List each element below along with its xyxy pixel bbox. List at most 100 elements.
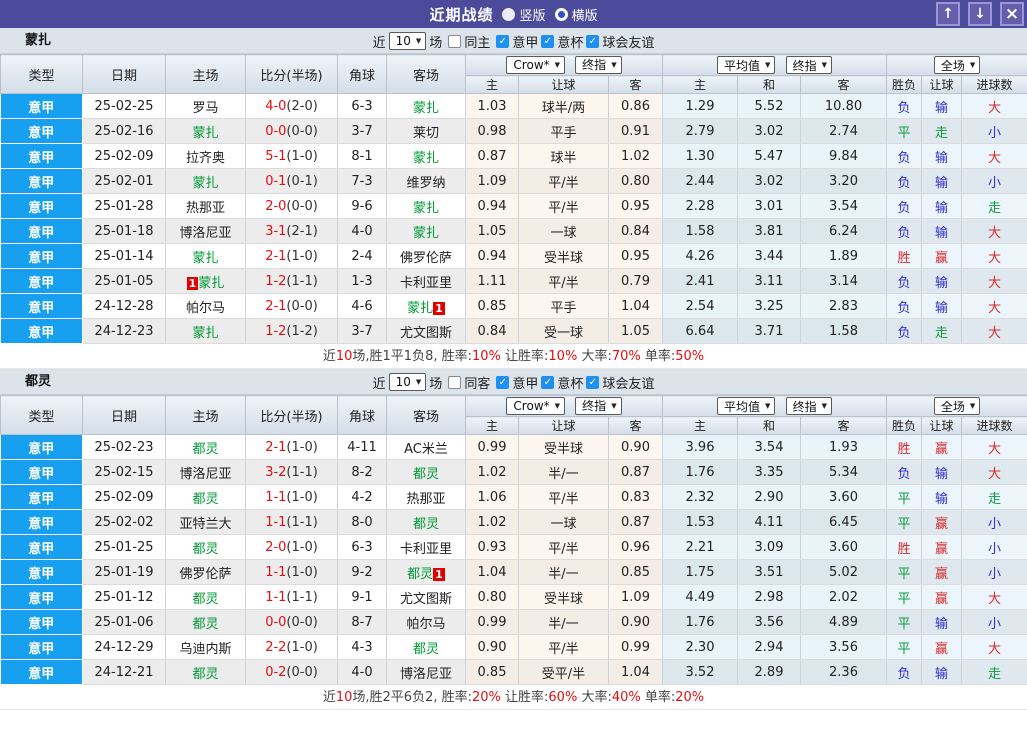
match-row: 意甲 25-01-06 都灵 0-0(0-0) 8-7 帕尔马 0.99 半/一 0.90 1.7…	[0, 609, 1027, 635]
date-cell: 25-01-19	[82, 559, 166, 585]
radio-selected-icon[interactable]	[502, 7, 516, 21]
team-name: 卡利亚里	[399, 275, 452, 291]
goals-result-cell: 大	[961, 218, 1027, 244]
match-row: 意甲 25-01-25 都灵 2-0(1-0) 6-3 卡利亚里 0.93 平/半 0.96 2.…	[0, 534, 1027, 560]
result-group-header: 全场 ▼	[886, 54, 1027, 76]
layout-vertical-radio[interactable]: 竖版	[502, 5, 546, 24]
team-name: 亚特兰大	[179, 516, 232, 532]
league-cell: 意甲	[0, 243, 83, 269]
league-cell: 意甲	[0, 634, 83, 660]
odds-source-select[interactable]: Crow* ▼	[506, 397, 566, 416]
handicap-away-odds-cell: 0.95	[608, 193, 663, 219]
window-title: 近期战绩	[429, 5, 494, 24]
goals-result-cell: 大	[961, 293, 1027, 319]
avg-select[interactable]: 平均值 ▼	[717, 56, 776, 74]
avg-away-odds-cell: 3.14	[800, 268, 888, 294]
avg-home-odds-cell: 2.54	[662, 293, 738, 319]
close-button[interactable]: ×	[1000, 2, 1024, 26]
same-venue-checkbox[interactable]	[448, 34, 462, 48]
team-name: 热那亚	[185, 200, 225, 216]
italy-cup-checkbox[interactable]: ✓	[541, 375, 555, 389]
team-name: 都灵	[412, 466, 439, 482]
summary-segment: 大率:	[577, 690, 612, 705]
corner-cell: 1-3	[337, 268, 387, 294]
friendly-checkbox[interactable]: ✓	[586, 34, 600, 48]
scope-select[interactable]: 全场 ▼	[933, 56, 981, 74]
chevron-down-icon: ▼	[969, 402, 976, 410]
avg-time-select[interactable]: 终指 ▼	[785, 56, 832, 74]
corner-cell: 9-1	[337, 584, 387, 610]
team-name: AC米兰	[404, 441, 448, 457]
scope-select[interactable]: 全场 ▼	[933, 397, 981, 415]
move-down-button[interactable]: ↓	[968, 2, 992, 26]
odds-source-select[interactable]: Crow* ▼	[506, 56, 566, 75]
italy-cup-checkbox[interactable]: ✓	[541, 34, 555, 48]
radio-unselected-icon[interactable]	[554, 7, 568, 21]
league-cell: 意甲	[0, 559, 83, 585]
avg-away-odds-cell: 2.83	[800, 293, 888, 319]
match-row: 意甲 25-01-14 蒙扎 2-1(1-0) 2-4 佛罗伦萨 0.94 受半球 0.95 4.…	[0, 243, 1027, 269]
friendly-checkbox[interactable]: ✓	[586, 375, 600, 389]
avg-draw-odds-cell: 2.89	[737, 659, 801, 685]
summary-segment: 近	[322, 690, 336, 705]
handicap-away-odds-cell: 0.85	[608, 559, 663, 585]
team-name: 热那亚	[406, 491, 446, 507]
away-team-cell: 都灵	[386, 634, 466, 660]
avg-draw-odds-cell: 5.47	[737, 143, 801, 169]
corner-cell: 4-6	[337, 293, 387, 319]
europe-odds-group-header: 平均值 ▼ 终指 ▼	[661, 54, 888, 76]
away-team-cell: 蒙扎	[386, 143, 466, 169]
avg-draw-odds-cell: 3.25	[737, 293, 801, 319]
avg-away-odds-cell: 1.58	[800, 318, 888, 344]
sub-handicap-result: 让球	[921, 75, 963, 94]
layout-horizontal-radio[interactable]: 横版	[554, 5, 598, 24]
near-label: 近	[372, 35, 386, 51]
date-cell: 25-02-09	[82, 143, 166, 169]
team-name: 蒙扎	[192, 125, 219, 141]
sub-goals: 进球数	[961, 75, 1027, 94]
avg-home-odds-cell: 2.79	[662, 118, 738, 144]
serie-a-checkbox[interactable]: ✓	[496, 34, 510, 48]
team-name: 罗马	[192, 100, 219, 116]
handicap-home-odds-cell: 1.02	[465, 509, 519, 535]
handicap-home-odds-cell: 1.04	[465, 559, 519, 585]
score-cell: 0-0(0-0)	[245, 609, 338, 635]
handicap-result-cell: 输	[921, 218, 963, 244]
odds-time-select[interactable]: 终指 ▼	[575, 55, 622, 74]
avg-time-select[interactable]: 终指 ▼	[785, 397, 832, 415]
avg-draw-odds-cell: 2.94	[737, 634, 801, 660]
away-team-cell: 都灵 1	[386, 559, 466, 585]
home-team-cell: 帕尔马	[165, 293, 246, 319]
matches-table: 类型 日期 主场 比分(半场) 角球 客场 Crow* ▼ 终指 ▼ 平均值 ▼ 终指…	[0, 54, 1027, 344]
team-name: 尤文图斯	[399, 325, 452, 341]
goals-result-cell: 大	[961, 243, 1027, 269]
sub-avg-away: 客	[799, 75, 888, 94]
avg-away-odds-cell: 2.02	[800, 584, 888, 610]
score-cell: 1-2(1-1)	[245, 268, 338, 294]
same-venue-checkbox[interactable]	[448, 375, 462, 389]
away-team-cell: 热那亚	[386, 484, 466, 510]
move-up-button[interactable]: ↑	[936, 2, 960, 26]
match-count-select[interactable]: 10 ▼	[388, 32, 427, 50]
match-count-select[interactable]: 10 ▼	[388, 373, 427, 391]
match-row: 意甲 25-02-09 都灵 1-1(1-0) 4-2 热那亚 1.06 平/半 0.83 2.3…	[0, 484, 1027, 510]
match-count-value: 10	[395, 34, 411, 48]
filter-bar: 都灵 近 10 ▼ 场 同客 ✓ 意甲 ✓ 意杯 ✓ 球会友谊	[0, 369, 1027, 395]
friendly-label: 球会友谊	[602, 376, 655, 392]
avg-home-odds-cell: 2.41	[662, 268, 738, 294]
avg-select[interactable]: 平均值 ▼	[717, 397, 776, 415]
match-row: 意甲 25-02-02 亚特兰大 1-1(1-1) 8-0 都灵 1.02 一球 0.87 1.5…	[0, 509, 1027, 535]
odds-time-select[interactable]: 终指 ▼	[575, 396, 622, 415]
team-name: 博洛尼亚	[399, 666, 452, 682]
goals-result-cell: 大	[961, 434, 1027, 460]
avg-away-odds-cell: 3.60	[800, 484, 888, 510]
arrow-up-icon: ↑	[942, 6, 954, 22]
serie-a-checkbox[interactable]: ✓	[496, 375, 510, 389]
close-icon: ×	[1004, 4, 1020, 24]
goals-result-cell: 走	[961, 659, 1027, 685]
avg-home-odds-cell: 4.49	[662, 584, 738, 610]
radio-vertical-label: 竖版	[519, 8, 546, 24]
summary-segment: 让胜率:	[500, 690, 549, 705]
summary-segment: 50%	[675, 349, 705, 364]
league-cell: 意甲	[0, 93, 83, 119]
